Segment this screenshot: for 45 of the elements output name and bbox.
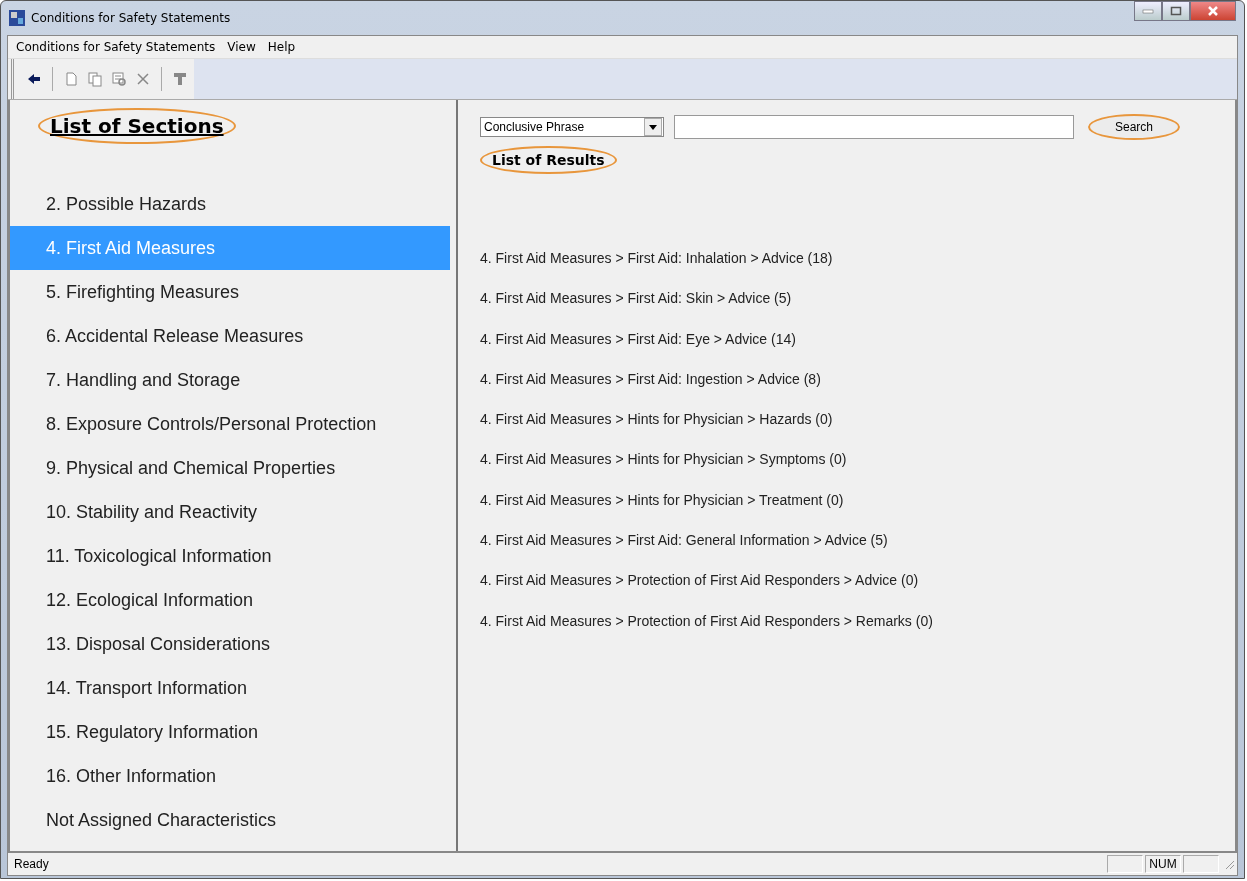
search-mode-dropdown[interactable]: Conclusive Phrase: [480, 117, 664, 137]
section-item[interactable]: 2. Possible Hazards: [10, 182, 450, 226]
maximize-button[interactable]: [1162, 1, 1190, 21]
section-item[interactable]: 15. Regulatory Information: [10, 710, 450, 754]
num-lock-indicator: NUM: [1145, 855, 1181, 873]
section-item[interactable]: 11. Toxicological Information: [10, 534, 450, 578]
minimize-icon: [1142, 8, 1154, 14]
sections-heading: List of Sections: [38, 108, 236, 144]
app-icon: [9, 10, 25, 26]
window-title: Conditions for Safety Statements: [31, 11, 231, 25]
section-item[interactable]: 14. Transport Information: [10, 666, 450, 710]
result-item[interactable]: 4. First Aid Measures > First Aid: Eye > Advice (14): [480, 318, 1211, 359]
maximize-icon: [1170, 6, 1182, 16]
resize-grip-icon: [1223, 858, 1235, 870]
menu-item[interactable]: Conditions for Safety Statements: [12, 38, 220, 56]
section-item[interactable]: 12. Ecological Information: [10, 578, 450, 622]
result-item[interactable]: 4. First Aid Measures > Hints for Physician > Treatment (0): [480, 479, 1211, 521]
section-item[interactable]: 8. Exposure Controls/Personal Protection: [10, 402, 450, 446]
section-item[interactable]: 13. Disposal Considerations: [10, 622, 450, 666]
result-item[interactable]: 4. First Aid Measures > Protection of First Aid Responders > Advice (0): [480, 560, 1211, 601]
result-item[interactable]: 4. First Aid Measures > Hints for Physician > Symptoms (0): [480, 439, 1211, 480]
search-button[interactable]: Search: [1088, 114, 1180, 140]
section-item[interactable]: 6. Accidental Release Measures: [10, 314, 450, 358]
result-item[interactable]: 4. First Aid Measures > First Aid: General Information > Advice (5): [480, 520, 1211, 561]
menu-item[interactable]: Help: [263, 38, 300, 56]
section-item[interactable]: 7. Handling and Storage: [10, 358, 450, 402]
section-item[interactable]: 5. Firefighting Measures: [10, 270, 450, 314]
section-item[interactable]: 9. Physical and Chemical Properties: [10, 446, 450, 490]
result-item[interactable]: 4. First Aid Measures > First Aid: Ingestion > Advice (8): [480, 358, 1211, 400]
menu-item[interactable]: View: [223, 38, 260, 56]
result-item[interactable]: 4. First Aid Measures > First Aid: Skin > Advice (5): [480, 278, 1211, 319]
results-heading: List of Results: [480, 146, 617, 174]
section-item[interactable]: 16. Other Information: [10, 754, 450, 798]
result-item[interactable]: 4. First Aid Measures > First Aid: Inhalation > Advice (18): [480, 238, 1211, 279]
result-item[interactable]: 4. First Aid Measures > Hints for Physician > Hazards (0): [480, 399, 1211, 440]
close-button[interactable]: [1190, 1, 1236, 21]
section-item[interactable]: Not Assigned Characteristics: [10, 798, 450, 842]
status-text: Ready: [13, 857, 50, 871]
status-pane: [1183, 855, 1219, 873]
close-icon: [1207, 6, 1219, 16]
search-field[interactable]: [674, 115, 1074, 139]
minimize-button[interactable]: [1134, 1, 1162, 21]
result-item[interactable]: 4. First Aid Measures > Protection of First Aid Responders > Remarks (0): [480, 600, 1211, 641]
status-pane: [1107, 855, 1143, 873]
section-item[interactable]: 10. Stability and Reactivity: [10, 490, 450, 534]
